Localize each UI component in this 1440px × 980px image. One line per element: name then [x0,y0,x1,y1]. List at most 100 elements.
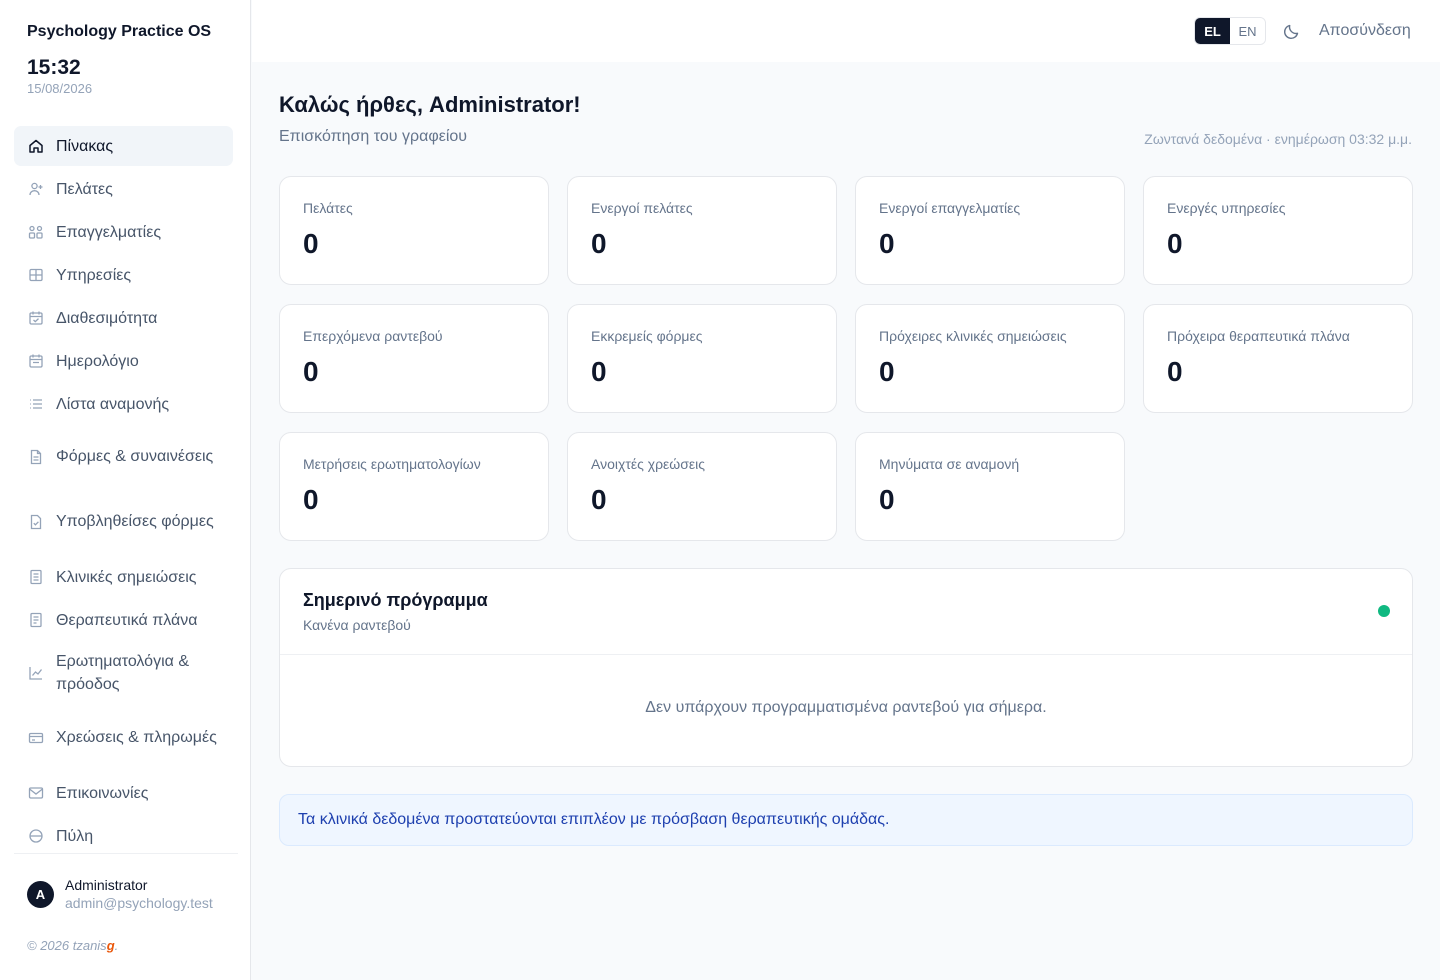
sidebar-item-label: Πύλη [56,827,94,845]
stat-value: 0 [591,484,607,515]
sidebar-item-availability[interactable]: Διαθεσιμότητα [14,298,233,338]
stat-label: Ενεργοί πελάτες [591,200,693,216]
sidebar-item-label: Φόρμες & συναινέσεις [56,448,214,465]
sidebar: Psychology Practice OS 15:32 15/08/2026 … [0,0,251,980]
live-status-dot [1378,605,1390,617]
sidebar-item-label: Λίστα αναμονής [56,395,170,413]
copyright: © 2026 tzanisg. [27,938,118,953]
stat-label: Ενεργές υπηρεσίες [1167,200,1286,216]
sidebar-item-clients[interactable]: Πελάτες [14,169,233,209]
logout-button[interactable]: Αποσύνδεση [1319,22,1411,40]
user-email: admin@psychology.test [65,895,213,911]
stat-value: 0 [303,356,319,387]
lang-el-button[interactable]: EL [1195,18,1230,44]
stat-value: 0 [1167,228,1183,259]
stat-card-open-charges[interactable]: Ανοιχτές χρεώσεις 0 [567,432,837,541]
stat-card-active-professionals[interactable]: Ενεργοί επαγγελματίες 0 [855,176,1125,285]
live-status: Ζωντανά δεδομένα · ενημέρωση 03:32 μ.μ. [1144,131,1412,147]
notes-icon [28,569,44,585]
sidebar-item-label: Επαγγελματίες [56,223,162,241]
clock-time: 15:32 [27,56,81,79]
sidebar-item-label: Κλινικές σημειώσεις [56,568,197,586]
stat-card-questionnaire-measurements[interactable]: Μετρήσεις ερωτηματολογίων 0 [279,432,549,541]
calendar-check-icon [28,310,44,326]
user-name: Administrator [65,877,148,893]
stat-card-active-clients[interactable]: Ενεργοί πελάτες 0 [567,176,837,285]
app-title: Psychology Practice OS [27,23,212,40]
avatar[interactable]: A [27,881,54,908]
stat-label: Εκκρεμείς φόρμες [591,328,703,344]
user-icon [28,181,44,197]
sidebar-item-label: Ημερολόγιο [56,352,139,370]
today-schedule-card: Σημερινό πρόγραμμα Κανένα ραντεβού Δεν υ… [279,568,1413,767]
stat-label: Πελάτες [303,200,353,216]
sidebar-divider [14,853,238,854]
stat-label: Πρόχειρες κλινικές σημειώσεις [879,328,1067,344]
sidebar-item-treatment-plans[interactable]: Θεραπευτικά πλάνα [14,600,233,640]
list-icon [28,396,44,412]
credit-card-icon [28,730,44,746]
sidebar-item-portal[interactable]: Πύλη [14,816,233,844]
stat-value: 0 [1167,356,1183,387]
sidebar-nav: Πίνακας Πελάτες Επαγγελματίες Υπηρεσίες … [14,126,234,844]
sidebar-item-label: Θεραπευτικά πλάνα [56,611,198,629]
stat-label: Ενεργοί επαγγελματίες [879,200,1021,216]
sidebar-item-label: Υπηρεσίες [56,266,132,284]
sidebar-item-forms[interactable]: Φόρμες & συναινέσεις [14,427,233,486]
stat-label: Μηνύματα σε αναμονή [879,456,1020,472]
stat-card-upcoming-appointments[interactable]: Επερχόμενα ραντεβού 0 [279,304,549,413]
sidebar-item-label: Πελάτες [56,180,113,198]
document-icon [28,449,44,465]
users-icon [28,224,44,240]
clinical-data-notice: Τα κλινικά δεδομένα προστατεύονται επιπλ… [279,794,1413,846]
copyright-mark: g [106,938,115,953]
stat-card-pending-forms[interactable]: Εκκρεμείς φόρμες 0 [567,304,837,413]
language-switcher: EL EN [1194,17,1266,45]
sidebar-item-calendar[interactable]: Ημερολόγιο [14,341,233,381]
schedule-subtitle: Κανένα ραντεβού [303,617,411,633]
sidebar-item-professionals[interactable]: Επαγγελματίες [14,212,233,252]
schedule-title: Σημερινό πρόγραμμα [303,590,488,610]
page-subtitle: Επισκόπηση του γραφείου [279,128,468,145]
clipboard-icon [28,612,44,628]
mail-icon [28,785,44,801]
sidebar-item-waitlist[interactable]: Λίστα αναμονής [14,384,233,424]
stat-label: Επερχόμενα ραντεβού [303,328,443,344]
stat-card-active-services[interactable]: Ενεργές υπηρεσίες 0 [1143,176,1413,285]
sidebar-item-label: Υποβληθείσες φόρμες [56,513,214,530]
topbar: EL EN Αποσύνδεση [252,0,1440,62]
sidebar-item-label: Πίνακας [56,137,114,155]
stat-card-clients[interactable]: Πελάτες 0 [279,176,549,285]
sidebar-item-submitted-forms[interactable]: Υποβληθείσες φόρμες [14,492,233,551]
stat-label: Πρόχειρα θεραπευτικά πλάνα [1167,328,1350,344]
calendar-icon [28,353,44,369]
portal-icon [28,828,44,844]
stat-value: 0 [879,356,895,387]
sidebar-item-label: Επικοινωνίες [56,784,149,802]
sidebar-item-billing[interactable]: Χρεώσεις & πληρωμές [14,708,233,767]
stat-label: Ανοιχτές χρεώσεις [591,456,705,472]
grid-icon [28,267,44,283]
stat-card-draft-clinical-notes[interactable]: Πρόχειρες κλινικές σημειώσεις 0 [855,304,1125,413]
schedule-empty-message: Δεν υπάρχουν προγραμματισμένα ραντεβού γ… [645,699,1047,716]
stat-label: Μετρήσεις ερωτηματολογίων [303,456,481,472]
sidebar-item-communications[interactable]: Επικοινωνίες [14,773,233,813]
stat-card-pending-messages[interactable]: Μηνύματα σε αναμονή 0 [855,432,1125,541]
stat-card-draft-treatment-plans[interactable]: Πρόχειρα θεραπευτικά πλάνα 0 [1143,304,1413,413]
sidebar-item-questionnaires[interactable]: Ερωτηματολόγια & πρόοδος [14,643,233,702]
sidebar-item-clinical-notes[interactable]: Κλινικές σημειώσεις [14,557,233,597]
sidebar-item-services[interactable]: Υπηρεσίες [14,255,233,295]
chart-line-icon [28,665,44,681]
stat-value: 0 [879,484,895,515]
stat-value: 0 [591,228,607,259]
page-title: Καλώς ήρθες, Administrator! [279,92,581,117]
copyright-suffix: . [114,938,119,953]
schedule-header: Σημερινό πρόγραμμα Κανένα ραντεβού [280,569,1412,655]
sidebar-item-label: Διαθεσιμότητα [56,309,158,327]
stat-value: 0 [303,228,319,259]
clock-date: 15/08/2026 [27,81,93,96]
file-check-icon [28,514,44,530]
moon-icon[interactable] [1282,21,1302,41]
sidebar-item-dashboard[interactable]: Πίνακας [14,126,233,166]
lang-en-button[interactable]: EN [1230,18,1265,44]
